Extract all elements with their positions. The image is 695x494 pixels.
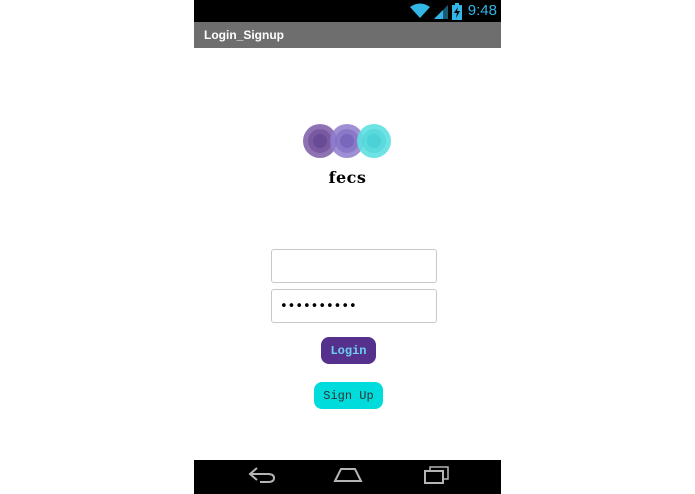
back-icon [248,466,276,488]
battery-icon [451,2,462,20]
logo-icon [302,122,394,160]
wifi-icon [409,3,430,19]
logo-text: fecs [328,168,367,187]
recent-apps-icon [422,466,450,488]
password-input[interactable] [271,289,437,323]
username-input[interactable] [271,249,437,283]
status-icons: 9:48 [409,0,497,22]
home-icon [333,467,363,487]
home-button[interactable] [328,465,368,489]
login-button[interactable]: Login [321,337,376,364]
signal-icon [433,3,448,19]
signup-button[interactable]: Sign Up [314,382,383,409]
action-bar-title: Login_Signup [204,28,284,42]
logo-circle-right [357,124,391,158]
action-bar: Login_Signup [194,22,501,48]
status-time: 9:48 [467,2,497,19]
phone-screen: 9:48 Login_Signup fecs Login [194,0,501,494]
status-bar: 9:48 [194,0,501,22]
back-button[interactable] [242,465,282,489]
recent-apps-button[interactable] [416,465,456,489]
navigation-bar [194,460,501,494]
